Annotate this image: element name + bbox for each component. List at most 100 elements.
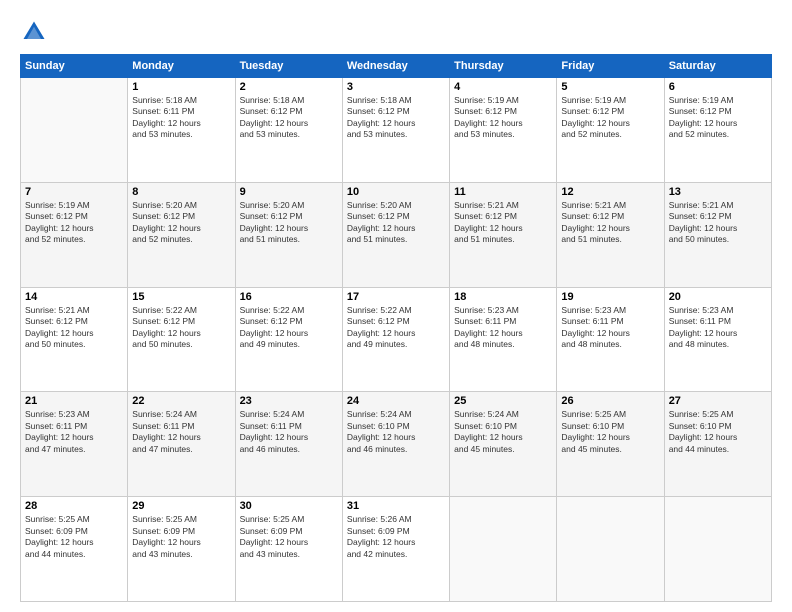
weekday-header-wednesday: Wednesday	[342, 55, 449, 78]
calendar-cell: 27Sunrise: 5:25 AM Sunset: 6:10 PM Dayli…	[664, 392, 771, 497]
calendar-cell: 2 Sunrise: 5:18 AM Sunset: 6:12 PM Daylig…	[235, 78, 342, 183]
day-info: Sunrise: 5:26 AM Sunset: 6:09 PM Dayligh…	[347, 514, 445, 560]
day-info: Sunrise: 5:22 AM Sunset: 6:12 PM Dayligh…	[347, 305, 445, 351]
day-number: 10	[347, 186, 445, 198]
calendar-cell: 15 Sunrise: 5:22 AM Sunset: 6:12 PM Dayli…	[128, 287, 235, 392]
calendar-cell: 12Sunrise: 5:21 AM Sunset: 6:12 PM Dayli…	[557, 182, 664, 287]
week-row-1: 1 Sunrise: 5:18 AM Sunset: 6:11 PM Daylig…	[21, 78, 772, 183]
calendar-table: SundayMondayTuesdayWednesdayThursdayFrid…	[20, 54, 772, 602]
day-info: Sunrise: 5:20 AM Sunset: 6:12 PM Dayligh…	[347, 200, 445, 246]
calendar-cell: 4 Sunrise: 5:19 AM Sunset: 6:12 PM Daylig…	[450, 78, 557, 183]
calendar-cell: 21 Sunrise: 5:23 AM Sunset: 6:11 PM Dayli…	[21, 392, 128, 497]
day-number: 31	[347, 500, 445, 512]
calendar-cell: 14 Sunrise: 5:21 AM Sunset: 6:12 PM Dayli…	[21, 287, 128, 392]
day-number: 5	[561, 81, 659, 93]
day-info: Sunrise: 5:19 AM Sunset: 6:12 PM Dayligh…	[25, 200, 123, 246]
calendar-cell	[21, 78, 128, 183]
calendar-cell: 24Sunrise: 5:24 AM Sunset: 6:10 PM Dayli…	[342, 392, 449, 497]
day-info: Sunrise: 5:21 AM Sunset: 6:12 PM Dayligh…	[25, 305, 123, 351]
day-number: 3	[347, 81, 445, 93]
day-number: 6	[669, 81, 767, 93]
day-info: Sunrise: 5:24 AM Sunset: 6:11 PM Dayligh…	[132, 409, 230, 455]
calendar-cell	[664, 497, 771, 602]
day-info: Sunrise: 5:25 AM Sunset: 6:10 PM Dayligh…	[669, 409, 767, 455]
day-number: 1	[132, 81, 230, 93]
day-number: 7	[25, 186, 123, 198]
day-number: 18	[454, 291, 552, 303]
day-number: 14	[25, 291, 123, 303]
calendar-cell	[557, 497, 664, 602]
day-number: 23	[240, 395, 338, 407]
calendar-cell: 17Sunrise: 5:22 AM Sunset: 6:12 PM Dayli…	[342, 287, 449, 392]
day-info: Sunrise: 5:18 AM Sunset: 6:11 PM Dayligh…	[132, 95, 230, 141]
day-number: 21	[25, 395, 123, 407]
calendar-cell: 10 Sunrise: 5:20 AM Sunset: 6:12 PM Dayli…	[342, 182, 449, 287]
day-number: 4	[454, 81, 552, 93]
calendar-cell: 19 Sunrise: 5:23 AM Sunset: 6:11 PM Dayli…	[557, 287, 664, 392]
calendar-cell: 3 Sunrise: 5:18 AM Sunset: 6:12 PM Daylig…	[342, 78, 449, 183]
day-number: 28	[25, 500, 123, 512]
day-info: Sunrise: 5:25 AM Sunset: 6:09 PM Dayligh…	[240, 514, 338, 560]
day-number: 8	[132, 186, 230, 198]
calendar-cell: 9 Sunrise: 5:20 AM Sunset: 6:12 PM Daylig…	[235, 182, 342, 287]
day-info: Sunrise: 5:21 AM Sunset: 6:12 PM Dayligh…	[454, 200, 552, 246]
calendar-cell: 6Sunrise: 5:19 AM Sunset: 6:12 PM Daylig…	[664, 78, 771, 183]
calendar-cell: 18 Sunrise: 5:23 AM Sunset: 6:11 PM Dayli…	[450, 287, 557, 392]
calendar-cell: 29 Sunrise: 5:25 AM Sunset: 6:09 PM Dayli…	[128, 497, 235, 602]
day-number: 13	[669, 186, 767, 198]
day-info: Sunrise: 5:20 AM Sunset: 6:12 PM Dayligh…	[240, 200, 338, 246]
day-info: Sunrise: 5:19 AM Sunset: 6:12 PM Dayligh…	[561, 95, 659, 141]
calendar-cell: 30Sunrise: 5:25 AM Sunset: 6:09 PM Dayli…	[235, 497, 342, 602]
calendar-cell: 26 Sunrise: 5:25 AM Sunset: 6:10 PM Dayli…	[557, 392, 664, 497]
day-number: 26	[561, 395, 659, 407]
logo	[20, 18, 52, 46]
weekday-header-saturday: Saturday	[664, 55, 771, 78]
calendar-cell: 13Sunrise: 5:21 AM Sunset: 6:12 PM Dayli…	[664, 182, 771, 287]
calendar-cell: 8 Sunrise: 5:20 AM Sunset: 6:12 PM Daylig…	[128, 182, 235, 287]
day-number: 20	[669, 291, 767, 303]
week-row-2: 7 Sunrise: 5:19 AM Sunset: 6:12 PM Daylig…	[21, 182, 772, 287]
day-info: Sunrise: 5:21 AM Sunset: 6:12 PM Dayligh…	[561, 200, 659, 246]
day-number: 19	[561, 291, 659, 303]
day-info: Sunrise: 5:23 AM Sunset: 6:11 PM Dayligh…	[454, 305, 552, 351]
day-number: 9	[240, 186, 338, 198]
calendar-cell: 16 Sunrise: 5:22 AM Sunset: 6:12 PM Dayli…	[235, 287, 342, 392]
calendar-cell: 28 Sunrise: 5:25 AM Sunset: 6:09 PM Dayli…	[21, 497, 128, 602]
calendar-cell: 31 Sunrise: 5:26 AM Sunset: 6:09 PM Dayli…	[342, 497, 449, 602]
day-info: Sunrise: 5:23 AM Sunset: 6:11 PM Dayligh…	[669, 305, 767, 351]
day-number: 25	[454, 395, 552, 407]
day-info: Sunrise: 5:25 AM Sunset: 6:09 PM Dayligh…	[25, 514, 123, 560]
calendar-cell: 5 Sunrise: 5:19 AM Sunset: 6:12 PM Daylig…	[557, 78, 664, 183]
weekday-header-monday: Monday	[128, 55, 235, 78]
logo-icon	[20, 18, 48, 46]
day-number: 29	[132, 500, 230, 512]
header	[20, 18, 772, 46]
day-info: Sunrise: 5:23 AM Sunset: 6:11 PM Dayligh…	[25, 409, 123, 455]
day-info: Sunrise: 5:18 AM Sunset: 6:12 PM Dayligh…	[347, 95, 445, 141]
day-info: Sunrise: 5:25 AM Sunset: 6:10 PM Dayligh…	[561, 409, 659, 455]
day-info: Sunrise: 5:25 AM Sunset: 6:09 PM Dayligh…	[132, 514, 230, 560]
day-number: 16	[240, 291, 338, 303]
day-number: 22	[132, 395, 230, 407]
day-info: Sunrise: 5:19 AM Sunset: 6:12 PM Dayligh…	[454, 95, 552, 141]
week-row-5: 28 Sunrise: 5:25 AM Sunset: 6:09 PM Dayli…	[21, 497, 772, 602]
day-info: Sunrise: 5:22 AM Sunset: 6:12 PM Dayligh…	[132, 305, 230, 351]
calendar-cell: 25 Sunrise: 5:24 AM Sunset: 6:10 PM Dayli…	[450, 392, 557, 497]
weekday-header-tuesday: Tuesday	[235, 55, 342, 78]
week-row-4: 21 Sunrise: 5:23 AM Sunset: 6:11 PM Dayli…	[21, 392, 772, 497]
day-info: Sunrise: 5:20 AM Sunset: 6:12 PM Dayligh…	[132, 200, 230, 246]
calendar-cell: 11Sunrise: 5:21 AM Sunset: 6:12 PM Dayli…	[450, 182, 557, 287]
week-row-3: 14 Sunrise: 5:21 AM Sunset: 6:12 PM Dayli…	[21, 287, 772, 392]
day-info: Sunrise: 5:23 AM Sunset: 6:11 PM Dayligh…	[561, 305, 659, 351]
day-info: Sunrise: 5:24 AM Sunset: 6:10 PM Dayligh…	[454, 409, 552, 455]
page: SundayMondayTuesdayWednesdayThursdayFrid…	[0, 0, 792, 612]
weekday-header-row: SundayMondayTuesdayWednesdayThursdayFrid…	[21, 55, 772, 78]
day-number: 2	[240, 81, 338, 93]
weekday-header-thursday: Thursday	[450, 55, 557, 78]
day-info: Sunrise: 5:22 AM Sunset: 6:12 PM Dayligh…	[240, 305, 338, 351]
calendar-cell: 22 Sunrise: 5:24 AM Sunset: 6:11 PM Dayli…	[128, 392, 235, 497]
day-info: Sunrise: 5:24 AM Sunset: 6:11 PM Dayligh…	[240, 409, 338, 455]
day-info: Sunrise: 5:18 AM Sunset: 6:12 PM Dayligh…	[240, 95, 338, 141]
day-number: 15	[132, 291, 230, 303]
day-info: Sunrise: 5:24 AM Sunset: 6:10 PM Dayligh…	[347, 409, 445, 455]
